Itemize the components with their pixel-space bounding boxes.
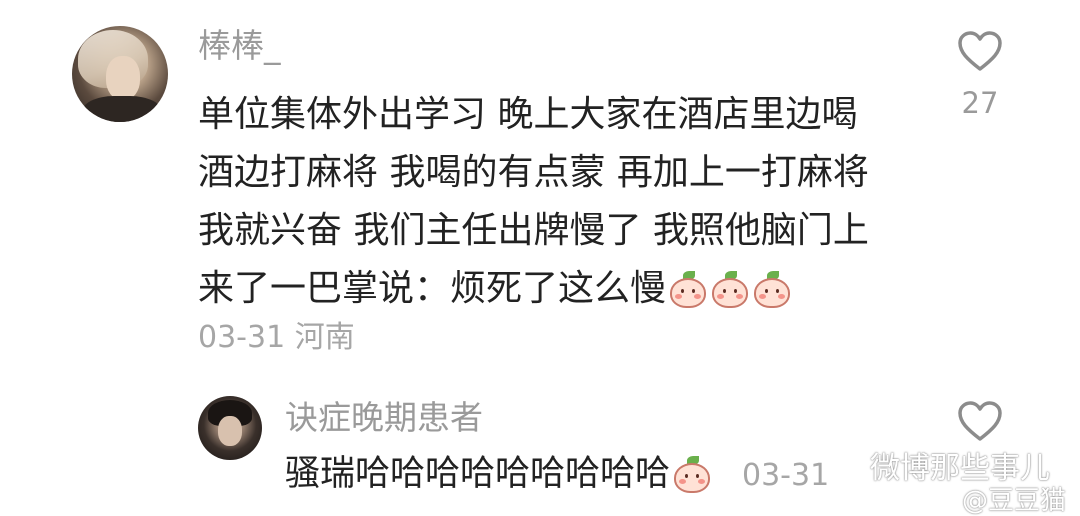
reply-date: 03-31 xyxy=(742,458,830,493)
avatar[interactable] xyxy=(72,26,168,122)
avatar-face xyxy=(218,416,242,446)
heart-icon[interactable] xyxy=(957,30,1003,72)
comment-date: 03-31 xyxy=(198,320,286,355)
comment-line: 单位集体外出学习 晚上大家在酒店里边喝 xyxy=(198,94,858,135)
like-count: 27 xyxy=(961,86,999,120)
peach-emoji-icon xyxy=(710,270,750,310)
comment-line: 酒边打麻将 我喝的有点蒙 再加上一打麻将 xyxy=(198,152,869,193)
peach-emoji-icon xyxy=(752,270,792,310)
watermark-sub: @豆豆猫 xyxy=(961,486,1066,516)
reply-avatar[interactable] xyxy=(198,396,262,460)
peach-emoji-icon xyxy=(672,455,712,495)
reply-text-content: 骚瑞哈哈哈哈哈哈哈哈哈 xyxy=(285,454,671,494)
comment-line-last: 来了一巴掌说：烦死了这么慢 xyxy=(198,260,898,318)
comment-text[interactable]: 单位集体外出学习 晚上大家在酒店里边喝 酒边打麻将 我喝的有点蒙 再加上一打麻将… xyxy=(198,86,898,318)
reply-like-button[interactable] xyxy=(950,400,1010,446)
comment-username[interactable]: 棒棒_ xyxy=(198,26,281,66)
avatar-body xyxy=(82,96,162,122)
comment-line: 我就兴奋 我们主任出牌慢了 我照他脑门上 xyxy=(198,210,869,251)
comment-location: 河南 xyxy=(294,320,355,355)
watermark: 微博那些事儿 xyxy=(870,451,1050,486)
comment-line-text: 来了一巴掌说：烦死了这么慢 xyxy=(198,268,667,309)
heart-icon[interactable] xyxy=(957,400,1003,442)
reply-username[interactable]: 诀症晚期患者 xyxy=(285,398,483,438)
reply-text[interactable]: 骚瑞哈哈哈哈哈哈哈哈哈 xyxy=(285,450,712,498)
peach-emoji-icon xyxy=(668,270,708,310)
avatar-face xyxy=(106,56,140,100)
like-button[interactable]: 27 xyxy=(950,30,1010,120)
comment-meta: 03-31 河南 xyxy=(198,320,355,356)
